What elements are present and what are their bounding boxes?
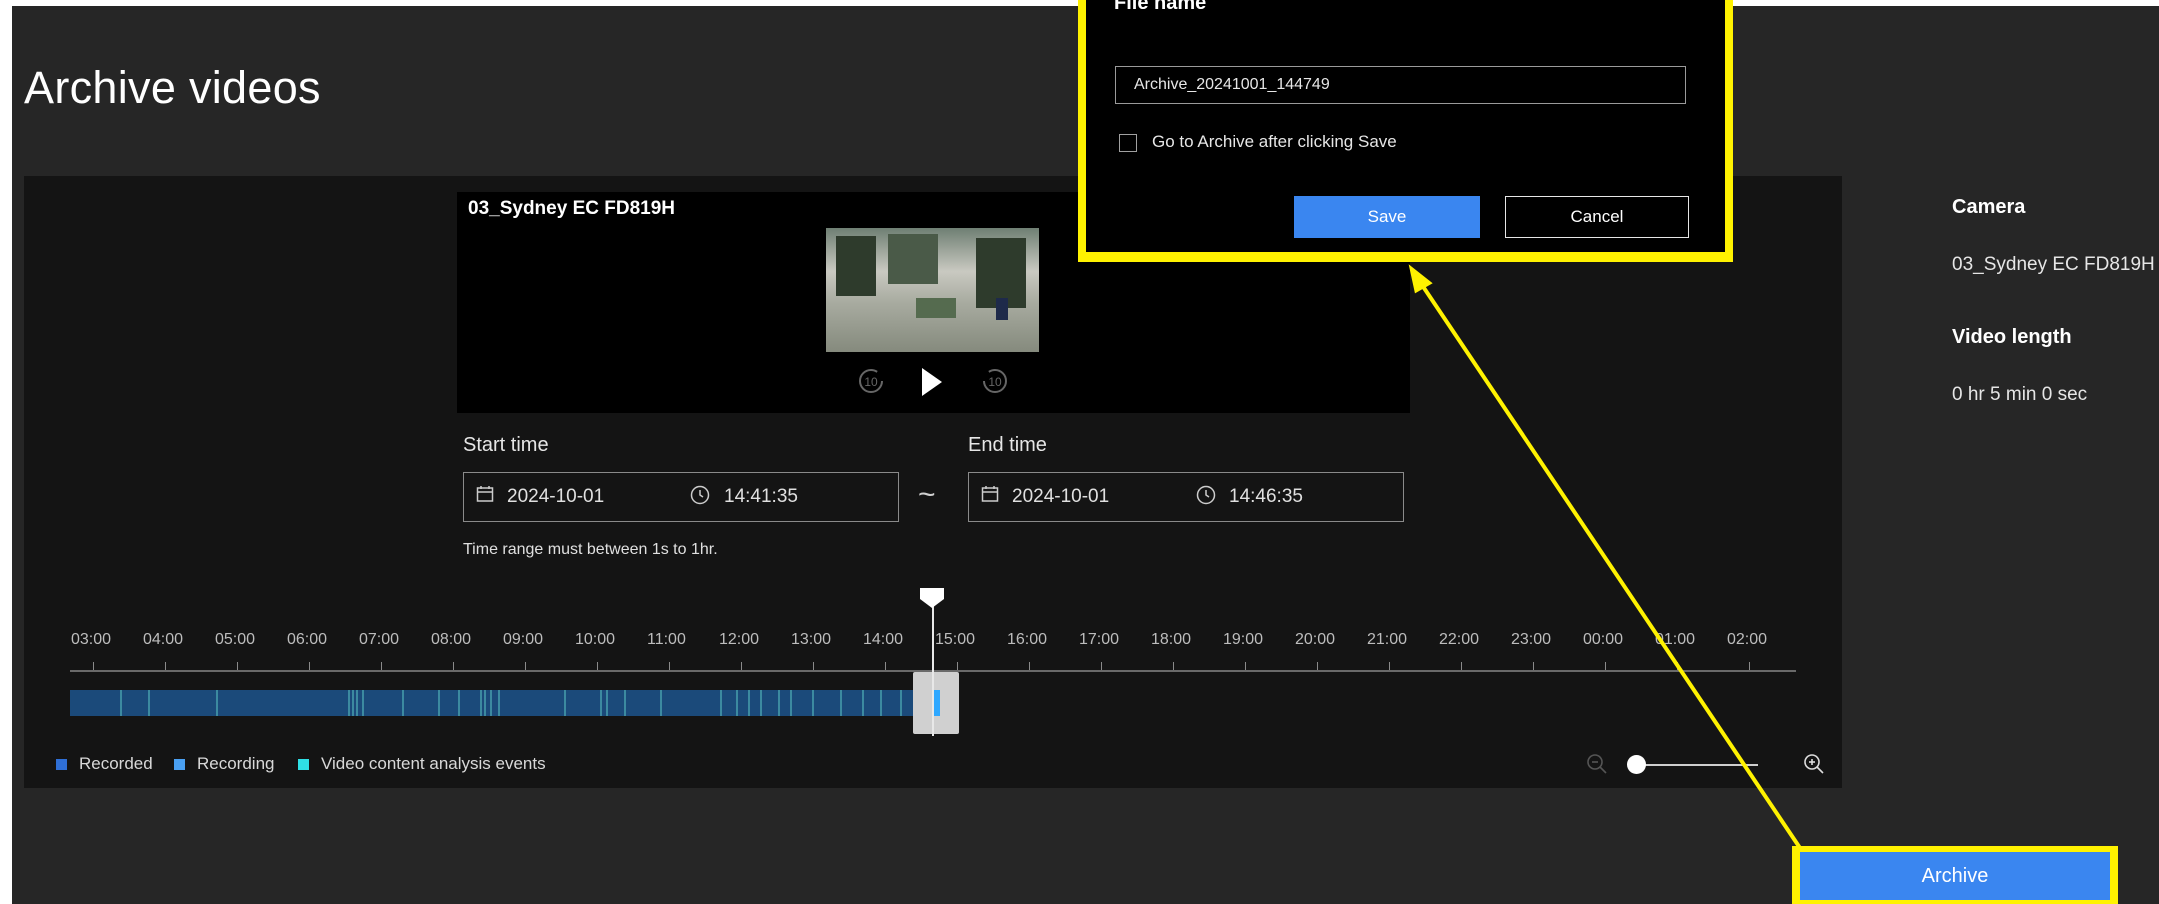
recorded-bar[interactable] [70, 690, 934, 716]
vca-event-marker [880, 690, 882, 716]
playhead-line[interactable] [932, 606, 934, 736]
vca-event-marker [356, 690, 358, 716]
legend-recording: Recording [197, 754, 275, 773]
timeline-tick-label: 13:00 [791, 631, 832, 648]
vca-event-marker [624, 690, 626, 716]
end-time-value[interactable]: 14:46:35 [1229, 486, 1303, 508]
vca-event-marker [564, 690, 566, 716]
camera-heading: Camera [1952, 196, 2026, 218]
timeline-tick-label: 08:00 [431, 631, 472, 648]
legend-vca-swatch [298, 759, 309, 770]
vca-event-marker [148, 690, 150, 716]
timeline-tick-label: 17:00 [1079, 631, 1120, 648]
vca-event-marker [900, 690, 902, 716]
file-name-input[interactable] [1115, 66, 1686, 104]
vca-event-marker [736, 690, 738, 716]
timeline-tick-label: 18:00 [1151, 631, 1192, 648]
archive-button[interactable]: Archive [1800, 852, 2110, 900]
rewind-10-icon[interactable]: 10 [856, 366, 886, 402]
timeline-tick-label: 05:00 [215, 631, 256, 648]
vca-event-marker [484, 690, 486, 716]
vca-event-marker [660, 690, 662, 716]
legend-vca: Video content analysis events [321, 754, 546, 773]
timeline-tick-label: 12:00 [719, 631, 760, 648]
forward-10-icon[interactable]: 10 [980, 366, 1010, 402]
vca-event-marker [120, 690, 122, 716]
zoom-out-icon[interactable] [1585, 752, 1609, 782]
vca-event-marker [748, 690, 750, 716]
start-time-value[interactable]: 14:41:35 [724, 486, 798, 508]
timeline-tick-label: 16:00 [1007, 631, 1048, 648]
timeline-tick-label: 22:00 [1439, 631, 1480, 648]
timeline-tick-label: 20:00 [1295, 631, 1336, 648]
timeline-tick-label: 10:00 [575, 631, 616, 648]
video-length-value: 0 hr 5 min 0 sec [1952, 384, 2088, 405]
vca-event-marker [600, 690, 602, 716]
vca-event-marker [790, 690, 792, 716]
vca-event-marker [352, 690, 354, 716]
camera-value: 03_Sydney EC FD819H [1952, 254, 2155, 275]
left-edge [0, 0, 12, 904]
zoom-slider-knob[interactable] [1627, 755, 1646, 774]
vca-event-marker [458, 690, 460, 716]
vca-event-marker [862, 690, 864, 716]
vca-event-marker [778, 690, 780, 716]
vca-event-marker [480, 690, 482, 716]
page-title: Archive videos [24, 62, 321, 113]
zoom-in-icon[interactable] [1802, 752, 1826, 782]
svg-text:10: 10 [864, 375, 878, 389]
vca-event-marker [498, 690, 500, 716]
timeline-tick-label: 09:00 [503, 631, 544, 648]
legend-recorded-swatch [56, 759, 67, 770]
go-to-archive-checkbox[interactable] [1119, 134, 1137, 152]
timeline-tick-label: 02:00 [1727, 631, 1768, 648]
play-icon[interactable] [922, 368, 942, 396]
legend-recorded: Recorded [79, 754, 153, 773]
timeline-tick-label: 11:00 [647, 631, 686, 648]
dialog-title: File name [1114, 0, 1207, 14]
save-button[interactable]: Save [1294, 196, 1480, 238]
vca-event-marker [720, 690, 722, 716]
timeline-tick-label: 03:00 [71, 631, 112, 648]
cancel-button[interactable]: Cancel [1505, 196, 1689, 238]
range-hint: Time range must between 1s to 1hr. [463, 541, 718, 558]
end-date-value[interactable]: 2024-10-01 [1012, 486, 1109, 508]
timeline-tick-label: 06:00 [287, 631, 328, 648]
timeline-tick-label: 04:00 [143, 631, 184, 648]
vca-event-marker [362, 690, 364, 716]
timeline-tick-label: 14:00 [863, 631, 904, 648]
zoom-slider-track[interactable] [1640, 764, 1758, 766]
vca-event-marker [348, 690, 350, 716]
svg-text:10: 10 [988, 375, 1002, 389]
vca-event-marker [490, 690, 492, 716]
timeline-tick-label: 23:00 [1511, 631, 1552, 648]
timeline-tick-label: 00:00 [1583, 631, 1624, 648]
vca-event-marker [438, 690, 440, 716]
timeline-tick-label: 19:00 [1223, 631, 1264, 648]
vca-event-marker [402, 690, 404, 716]
video-thumbnail[interactable] [826, 228, 1039, 352]
player-camera-name: 03_Sydney EC FD819H [468, 198, 675, 219]
go-to-archive-label[interactable]: Go to Archive after clicking Save [1152, 132, 1397, 152]
vca-event-marker [760, 690, 762, 716]
timeline-tick-label: 07:00 [359, 631, 400, 648]
timeline-tick-label: 15:00 [935, 631, 976, 648]
vca-event-marker [840, 690, 842, 716]
start-time-label: Start time [463, 434, 549, 456]
selected-range [934, 690, 940, 716]
vca-event-marker [216, 690, 218, 716]
start-date-value[interactable]: 2024-10-01 [507, 486, 604, 508]
vca-event-marker [812, 690, 814, 716]
end-time-label: End time [968, 434, 1047, 456]
calendar-icon[interactable] [981, 485, 999, 508]
legend-recording-swatch [174, 759, 185, 770]
video-length-heading: Video length [1952, 326, 2072, 348]
clock-icon[interactable] [690, 485, 710, 510]
clock-icon[interactable] [1196, 485, 1216, 510]
timeline-tick-label: 21:00 [1367, 631, 1408, 648]
vca-event-marker [606, 690, 608, 716]
range-separator: ~ [918, 478, 936, 511]
timeline-tick-label: 01:00 [1655, 631, 1696, 648]
calendar-icon[interactable] [476, 485, 494, 508]
